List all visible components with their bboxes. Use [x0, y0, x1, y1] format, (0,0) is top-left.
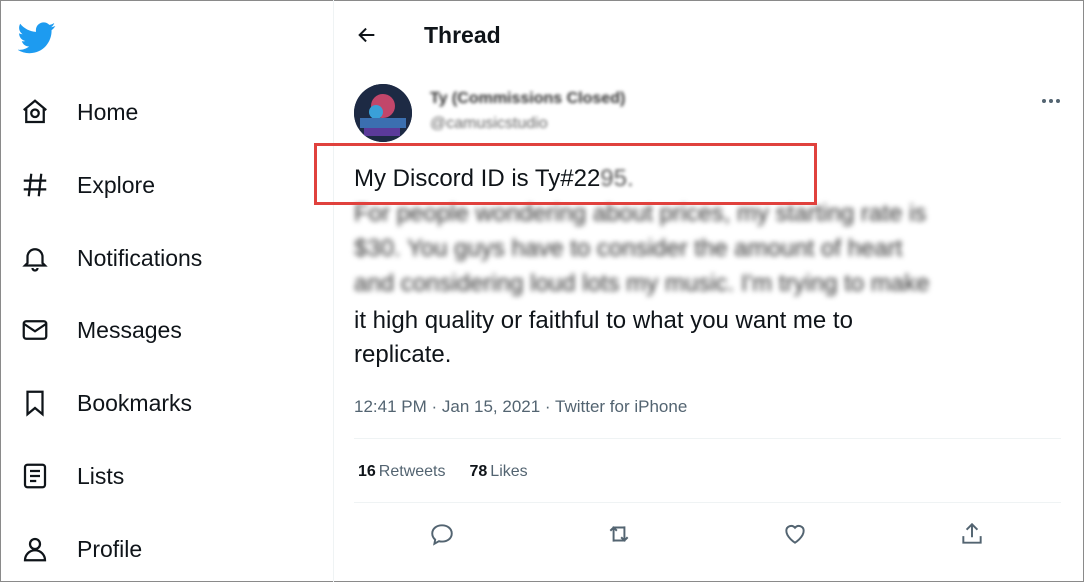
sidebar-item-explore[interactable]: Explore [18, 160, 155, 210]
list-icon [18, 459, 52, 493]
bookmark-icon [18, 386, 52, 420]
sidebar-item-label: Explore [77, 171, 155, 198]
divider [354, 502, 1061, 503]
hashtag-icon [18, 168, 52, 202]
tweet-time[interactable]: 12:41 PM [354, 397, 427, 416]
sidebar-item-label: Messages [77, 316, 182, 343]
tweet-date[interactable]: Jan 15, 2021 [442, 397, 540, 416]
back-button[interactable] [352, 22, 382, 52]
author-name[interactable]: Ty (Commissions Closed) [430, 90, 625, 108]
likes-count: 78 [469, 463, 488, 480]
retweet-button[interactable] [603, 520, 635, 552]
twitter-bird-icon[interactable] [17, 22, 56, 54]
bell-icon [18, 241, 52, 275]
likes-stat[interactable]: 78 Likes [470, 463, 528, 481]
share-button[interactable] [956, 520, 988, 552]
tweet-text-line: it high quality or faithful to what you … [354, 307, 853, 334]
like-button[interactable] [779, 520, 811, 552]
retweet-icon [605, 521, 633, 552]
person-icon [18, 532, 52, 566]
envelope-icon [18, 313, 52, 347]
like-icon [782, 521, 808, 552]
ellipsis-icon [1041, 91, 1061, 109]
tweet-text-redacted-line: and considering loud lots my music. I'm … [354, 270, 930, 297]
sidebar-item-messages[interactable]: Messages [18, 305, 182, 355]
retweets-label: Retweets [378, 463, 446, 480]
thread-panel: Thread Ty (Commissions Closed) @camusics… [334, 0, 1084, 582]
sidebar: Home Explore Notifications Messages Book… [0, 0, 334, 582]
retweets-count: 16 [358, 463, 376, 480]
tweet-text-line: replicate. [354, 341, 452, 368]
tweet-stats: 16 Retweets 78 Likes [358, 463, 528, 481]
sidebar-item-label: Lists [77, 462, 125, 489]
sidebar-item-label: Notifications [77, 244, 203, 271]
sidebar-item-notifications[interactable]: Notifications [18, 233, 202, 283]
tweet-metadata: 12:41 PM · Jan 15, 2021 · Twitter for iP… [354, 397, 688, 416]
arrow-left-icon [356, 24, 378, 51]
tweet-text-redacted-line: $30. You guys have to consider the amoun… [354, 235, 903, 262]
sidebar-item-profile[interactable]: Profile [18, 524, 142, 574]
sidebar-item-label: Profile [77, 535, 143, 562]
tweet-source[interactable]: Twitter for iPhone [555, 397, 687, 416]
likes-label: Likes [490, 463, 528, 480]
sidebar-item-lists[interactable]: Lists [18, 451, 124, 501]
share-icon [959, 521, 985, 552]
highlight-box [314, 143, 817, 205]
reply-icon [429, 521, 455, 552]
more-options-button[interactable] [1036, 88, 1066, 112]
home-icon [18, 95, 52, 129]
avatar[interactable] [354, 84, 412, 142]
sidebar-item-label: Home [77, 98, 139, 125]
author-handle[interactable]: @camusicstudio [430, 115, 548, 133]
divider [354, 438, 1061, 439]
sidebar-item-bookmarks[interactable]: Bookmarks [18, 378, 192, 428]
reply-button[interactable] [426, 520, 458, 552]
retweets-stat[interactable]: 16 Retweets [358, 463, 446, 481]
sidebar-item-label: Bookmarks [77, 389, 193, 416]
page-title: Thread [424, 22, 501, 48]
sidebar-item-home[interactable]: Home [18, 87, 138, 137]
